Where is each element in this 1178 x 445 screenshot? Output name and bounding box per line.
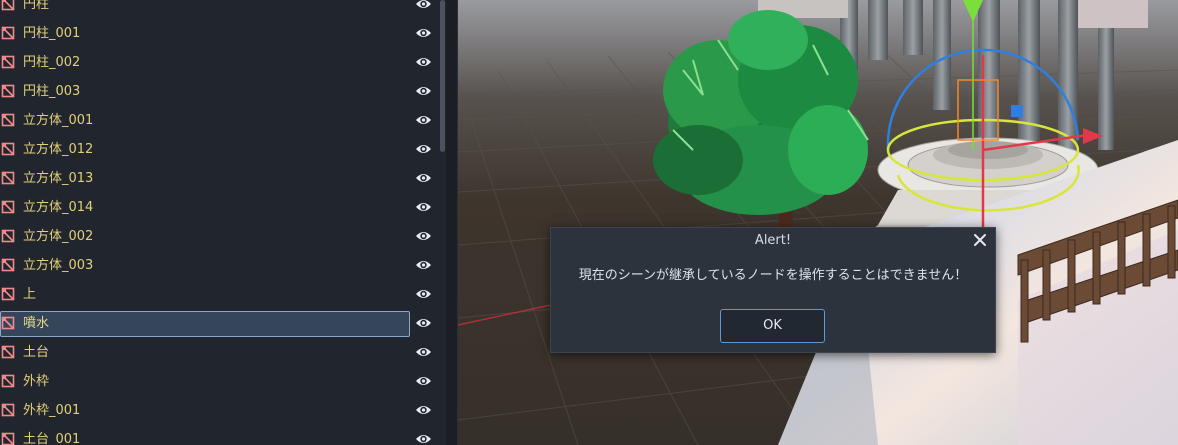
mesh-node-icon [1, 142, 15, 156]
scene-tree-item-label: 外枠 [23, 374, 50, 389]
eye-icon[interactable] [415, 200, 432, 214]
eye-icon[interactable] [415, 142, 432, 156]
scene-tree-item[interactable]: 円柱_001 [0, 19, 436, 48]
scene-tree-item[interactable]: 立方体_012 [0, 135, 436, 164]
mesh-node-icon [1, 113, 15, 127]
eye-icon[interactable] [415, 374, 432, 388]
dialog-message: 現在のシーンが継承しているノードを操作することはできません！ [578, 268, 968, 283]
mesh-node-icon [1, 55, 15, 69]
scene-tree-item-label: 噴水 [23, 316, 50, 331]
eye-icon[interactable] [415, 258, 432, 272]
ok-button[interactable]: OK [720, 309, 825, 343]
scene-tree-item[interactable]: 土台_001 [0, 425, 436, 445]
scene-tree-item[interactable]: 外枠 [0, 367, 436, 396]
mesh-node-icon [1, 258, 15, 272]
mesh-node-icon [1, 200, 15, 214]
scene-tree-item[interactable]: 立方体_013 [0, 164, 436, 193]
scene-tree-item-label: 円柱 [23, 0, 50, 12]
close-icon[interactable] [973, 233, 987, 247]
scene-tree-item-label: 円柱_003 [23, 84, 81, 99]
scene-tree-item-label: 土台_001 [23, 432, 81, 445]
scene-tree-item-label: 立方体_012 [23, 142, 94, 157]
mesh-node-icon [1, 229, 15, 243]
eye-icon[interactable] [415, 0, 432, 11]
scene-tree-panel: 円柱円柱_001 円柱_002 円柱_003 立方体_001 立方体_012 立方体_01… [0, 0, 446, 445]
scene-tree-item[interactable]: 円柱_003 [0, 77, 436, 106]
mesh-node-icon [1, 374, 15, 388]
mesh-node-icon [1, 0, 15, 11]
scene-tree-item-label: 円柱_001 [23, 26, 81, 41]
scene-tree-item-label: 外枠_001 [23, 403, 81, 418]
scene-tree-item-label: 土台 [23, 345, 50, 360]
dialog-title: Alert! [754, 233, 792, 248]
scene-tree-item-label: 立方体_014 [23, 200, 94, 215]
panel-splitter[interactable] [446, 0, 458, 445]
scene-tree-item[interactable]: 上 [0, 280, 436, 309]
eye-icon[interactable] [415, 432, 432, 445]
mesh-node-icon [1, 316, 15, 330]
eye-icon[interactable] [415, 287, 432, 301]
scene-tree-item-label: 立方体_013 [23, 171, 94, 186]
editor-window: 円柱円柱_001 円柱_002 円柱_003 立方体_001 立方体_012 立方体_01… [0, 0, 1178, 445]
mesh-node-icon [1, 287, 15, 301]
eye-icon[interactable] [415, 113, 432, 127]
scene-tree-item-label: 円柱_002 [23, 55, 81, 70]
alert-dialog: Alert! 現在のシーンが継承しているノードを操作することはできません！ OK [550, 227, 996, 353]
scene-tree-item[interactable]: 土台 [0, 338, 436, 367]
scene-tree-item-label: 立方体_002 [23, 229, 94, 244]
eye-icon[interactable] [415, 55, 432, 69]
eye-icon[interactable] [415, 345, 432, 359]
scrollbar-thumb[interactable] [440, 0, 445, 152]
mesh-node-icon [1, 84, 15, 98]
mesh-node-icon [1, 432, 15, 445]
scene-tree-item-label: 立方体_003 [23, 258, 94, 273]
eye-icon[interactable] [415, 229, 432, 243]
scene-tree-item-label: 立方体_001 [23, 113, 94, 128]
scene-tree-item[interactable]: 円柱 [0, 0, 436, 19]
scene-tree-item[interactable]: 円柱_002 [0, 48, 436, 77]
mesh-node-icon [1, 171, 15, 185]
scene-tree-item[interactable]: 立方体_014 [0, 193, 436, 222]
eye-icon[interactable] [415, 171, 432, 185]
scene-tree-item[interactable]: 噴水 [0, 309, 436, 338]
scene-tree-item[interactable]: 外枠_001 [0, 396, 436, 425]
eye-icon[interactable] [415, 403, 432, 417]
scene-tree-item[interactable]: 立方体_001 [0, 106, 436, 135]
mesh-node-icon [1, 26, 15, 40]
scene-tree-item[interactable]: 立方体_003 [0, 251, 436, 280]
scene-tree-item[interactable]: 立方体_002 [0, 222, 436, 251]
eye-icon[interactable] [415, 84, 432, 98]
eye-icon[interactable] [415, 316, 432, 330]
mesh-node-icon [1, 403, 15, 417]
viewport-scene [458, 0, 1178, 445]
eye-icon[interactable] [415, 26, 432, 40]
scene-tree-item-label: 上 [23, 287, 37, 302]
3d-viewport[interactable] [458, 0, 1178, 445]
mesh-node-icon [1, 345, 15, 359]
